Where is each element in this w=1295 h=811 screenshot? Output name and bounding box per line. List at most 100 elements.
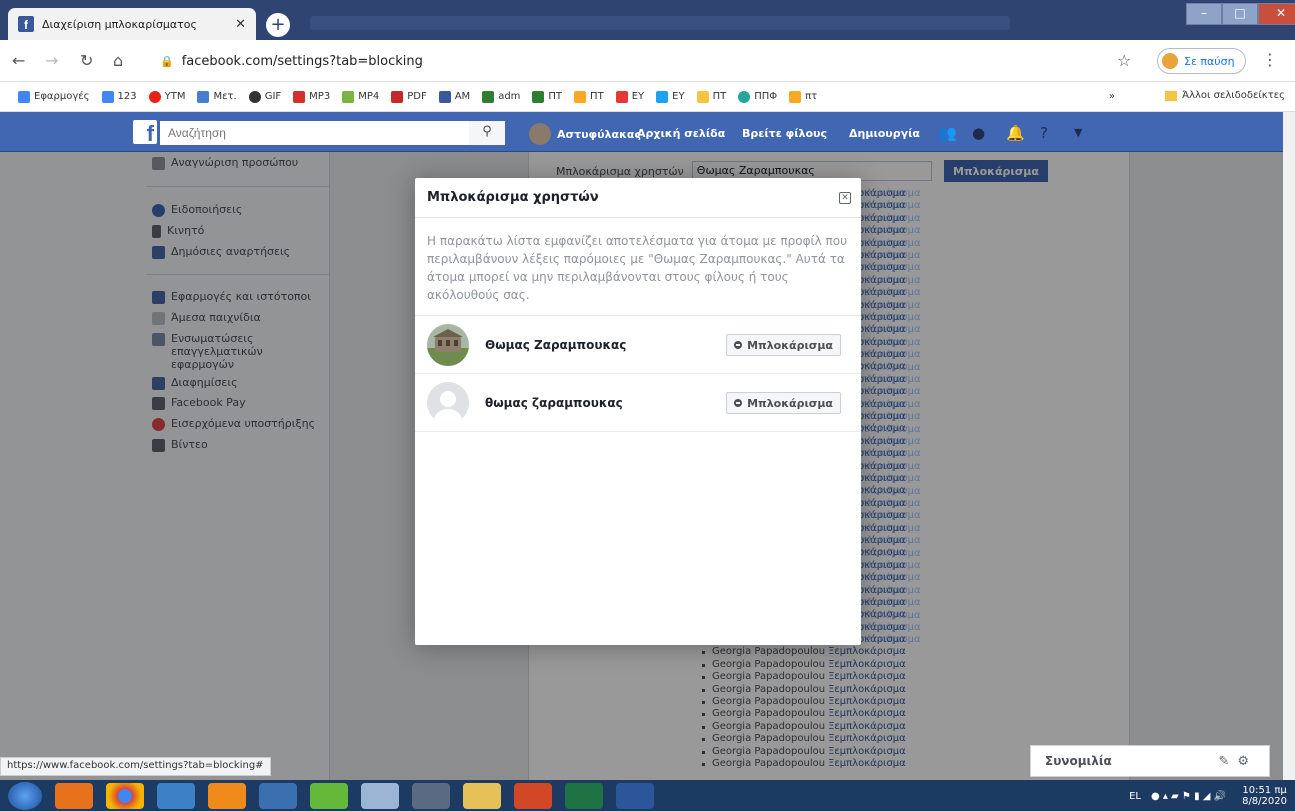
unblock-link-partial[interactable]: πλοκάρισμα bbox=[861, 188, 921, 199]
bookmark-item[interactable]: AM bbox=[438, 90, 470, 103]
unblock-link-partial[interactable]: πλοκάρισμα bbox=[861, 312, 921, 323]
unblock-link-partial[interactable]: πλοκάρισμα bbox=[861, 448, 921, 459]
network-app-icon[interactable] bbox=[157, 782, 195, 809]
bookmark-star-icon[interactable]: ☆ bbox=[1117, 51, 1131, 70]
nav-find-friends[interactable]: Βρείτε φίλους bbox=[742, 127, 827, 140]
close-window-button[interactable]: ✕ bbox=[1258, 3, 1295, 25]
unblock-link-partial[interactable]: πλοκάρισμα bbox=[861, 473, 921, 484]
tray-icons[interactable]: ● ▴ ▰ ⚑ ▮ ◢ 🔊 bbox=[1151, 791, 1226, 802]
unblock-link-partial[interactable]: πλοκάρισμα bbox=[861, 585, 921, 596]
page-scrollbar[interactable] bbox=[1283, 112, 1295, 780]
unblock-link-partial[interactable]: πλοκάρισμα bbox=[861, 461, 921, 472]
unblock-link-partial[interactable]: πλοκάρισμα bbox=[861, 275, 921, 286]
unblock-link-partial[interactable]: πλοκάρισμα bbox=[861, 560, 921, 571]
facebook-logo-icon[interactable]: f bbox=[133, 120, 157, 146]
unblock-link-partial[interactable]: πλοκάρισμα bbox=[861, 262, 921, 273]
calculator-icon[interactable] bbox=[361, 782, 399, 809]
unblock-link-partial[interactable]: πλοκάρισμα bbox=[861, 411, 921, 422]
nav-create[interactable]: Δημιουργία bbox=[849, 127, 920, 140]
clock[interactable]: 10:51 πμ 8/8/2020 bbox=[1242, 785, 1287, 807]
browser-menu-icon[interactable]: ⋮ bbox=[1262, 50, 1278, 69]
forward-icon[interactable]: → bbox=[45, 51, 58, 70]
unblock-link-partial[interactable]: πλοκάρισμα bbox=[861, 238, 921, 249]
profile-button[interactable]: Σε παύση bbox=[1157, 48, 1246, 74]
home-icon[interactable]: ⌂ bbox=[113, 51, 123, 70]
bookmark-item[interactable]: Μετ. bbox=[197, 90, 237, 103]
unblock-link-partial[interactable]: πλοκάρισμα bbox=[861, 349, 921, 360]
bookmark-item[interactable]: PDF bbox=[391, 90, 427, 103]
avatar[interactable] bbox=[427, 382, 469, 424]
bookmark-item[interactable]: 123 bbox=[101, 90, 137, 103]
account-menu-chevron-down-icon[interactable]: ▼ bbox=[1074, 126, 1082, 139]
unblock-link-partial[interactable]: πλοκάρισμα bbox=[861, 287, 921, 298]
result-name[interactable]: Θωμας Ζαραμπουκας bbox=[485, 338, 626, 352]
vlc-icon[interactable] bbox=[208, 782, 246, 809]
unblock-link-partial[interactable]: πλοκάρισμα bbox=[861, 572, 921, 583]
bookmarks-overflow-button[interactable]: » bbox=[1109, 91, 1115, 102]
reload-icon[interactable]: ↻ bbox=[80, 51, 93, 70]
unblock-link-partial[interactable]: πλοκάρισμα bbox=[861, 622, 921, 633]
start-button[interactable] bbox=[8, 781, 42, 810]
bookmark-item[interactable]: EY bbox=[656, 90, 685, 103]
messenger-icon[interactable]: ● bbox=[972, 124, 985, 142]
search-icon[interactable]: ⚲ bbox=[469, 121, 505, 145]
bookmark-item[interactable]: MP4 bbox=[342, 90, 379, 103]
unblock-link-partial[interactable]: πλοκάρισμα bbox=[861, 535, 921, 546]
profile-link[interactable]: Αστυφύλακας bbox=[529, 123, 641, 145]
unblock-link-partial[interactable]: πλοκάρισμα bbox=[861, 374, 921, 385]
language-indicator[interactable]: EL bbox=[1129, 791, 1141, 802]
result-name[interactable]: θωμας ζαραμπουκας bbox=[485, 396, 623, 410]
unblock-link-partial[interactable]: πλοκάρισμα bbox=[861, 250, 921, 261]
bookmark-item[interactable]: ΠΤ bbox=[574, 90, 604, 103]
unblock-link-partial[interactable]: πλοκάρισμα bbox=[861, 498, 921, 509]
search-input[interactable] bbox=[168, 126, 469, 140]
unblock-link-partial[interactable]: πλοκάρισμα bbox=[861, 610, 921, 621]
chrome-icon[interactable] bbox=[106, 782, 144, 809]
bookmark-item[interactable]: adm bbox=[482, 90, 520, 103]
unblock-link-partial[interactable]: πλοκάρισμα bbox=[861, 225, 921, 236]
unblock-link-partial[interactable]: πλοκάρισμα bbox=[861, 399, 921, 410]
unblock-link-partial[interactable]: πλοκάρισμα bbox=[861, 200, 921, 211]
bookmark-item[interactable]: MP3 bbox=[293, 90, 330, 103]
close-icon[interactable]: ✕ bbox=[839, 192, 851, 204]
unblock-link-partial[interactable]: πλοκάρισμα bbox=[861, 510, 921, 521]
media-player-icon[interactable] bbox=[55, 782, 93, 809]
maximize-button[interactable]: □ bbox=[1222, 3, 1258, 25]
app-icon[interactable] bbox=[259, 782, 297, 809]
unblock-link-partial[interactable]: πλοκάρισμα bbox=[861, 300, 921, 311]
new-tab-button[interactable]: + bbox=[266, 13, 290, 37]
unblock-link-partial[interactable]: πλοκάρισμα bbox=[861, 597, 921, 608]
chat-options-gear-icon[interactable]: ✎⚙ bbox=[1218, 754, 1257, 769]
block-user-button[interactable]: Μπλοκάρισμα bbox=[726, 392, 841, 414]
bookmark-item[interactable]: GIF bbox=[248, 90, 281, 103]
bookmark-item[interactable]: πτ bbox=[789, 90, 817, 103]
unblock-link-partial[interactable]: πλοκάρισμα bbox=[861, 213, 921, 224]
minimize-button[interactable]: – bbox=[1186, 3, 1222, 25]
friend-requests-icon[interactable]: 👥 bbox=[938, 124, 957, 142]
nav-home[interactable]: Αρχική σελίδα bbox=[637, 127, 725, 140]
bookmark-item[interactable]: ΠΤ bbox=[532, 90, 562, 103]
unblock-link-partial[interactable]: πλοκάρισμα bbox=[861, 386, 921, 397]
chat-bar[interactable]: Συνομιλία ✎⚙ bbox=[1030, 745, 1270, 777]
avatar[interactable] bbox=[427, 324, 469, 366]
file-explorer-icon[interactable] bbox=[463, 782, 501, 809]
unblock-link-partial[interactable]: πλοκάρισμα bbox=[861, 548, 921, 559]
unblock-link-partial[interactable]: πλοκάρισμα bbox=[861, 436, 921, 447]
bookmark-item[interactable]: YTM bbox=[148, 90, 185, 103]
back-icon[interactable]: ← bbox=[12, 51, 25, 70]
word-icon[interactable] bbox=[616, 782, 654, 809]
bookmark-apps[interactable]: Εφαρμογές bbox=[18, 90, 90, 103]
unblock-link-partial[interactable]: πλοκάρισμα bbox=[861, 486, 921, 497]
omnibox[interactable]: 🔒 facebook.com/settings?tab=blocking bbox=[150, 47, 1090, 75]
notifications-bell-icon[interactable]: 🔔 bbox=[1006, 124, 1025, 142]
bookmark-item[interactable]: ΠΤ bbox=[696, 90, 726, 103]
unblock-link-partial[interactable]: πλοκάρισμα bbox=[861, 523, 921, 534]
browser-tab[interactable]: f Διαχείριση μπλοκαρίσματος ✕ bbox=[8, 8, 256, 40]
unblock-link-partial[interactable]: πλοκάρισμα bbox=[861, 634, 921, 645]
other-bookmarks[interactable]: Άλλοι σελιδοδείκτες bbox=[1165, 90, 1285, 101]
help-icon[interactable]: ? bbox=[1040, 124, 1048, 142]
block-user-button[interactable]: Μπλοκάρισμα bbox=[726, 334, 841, 356]
unblock-link-partial[interactable]: πλοκάρισμα bbox=[861, 424, 921, 435]
bookmark-item[interactable]: EY bbox=[615, 90, 644, 103]
tab-close-icon[interactable]: ✕ bbox=[235, 17, 246, 32]
